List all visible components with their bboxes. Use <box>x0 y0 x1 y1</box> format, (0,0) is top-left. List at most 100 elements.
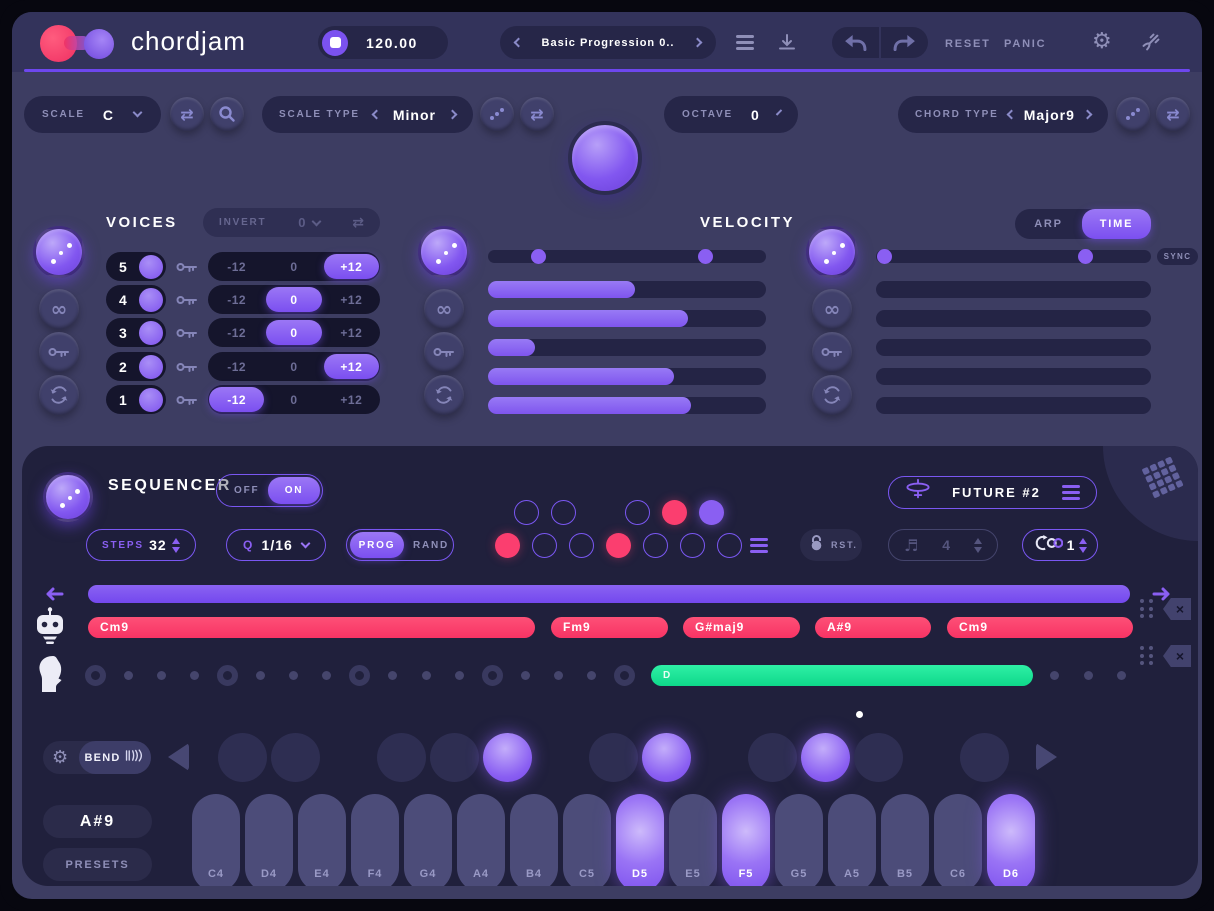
transpose-option-0[interactable]: 0 <box>265 252 322 281</box>
scale-chevron-down-icon[interactable] <box>132 107 143 118</box>
scale-type-value[interactable]: Minor <box>393 107 436 123</box>
voice-key-icon[interactable] <box>176 393 198 412</box>
voice-toggle[interactable] <box>139 387 163 412</box>
time-range-handle-low[interactable] <box>877 249 893 264</box>
white-key-A4[interactable]: A4 <box>457 794 505 886</box>
black-key-G#4[interactable] <box>430 733 479 782</box>
patch-connector-icon[interactable] <box>1140 31 1162 58</box>
voice-key-icon[interactable] <box>176 293 198 312</box>
velocity-bar[interactable] <box>488 339 766 356</box>
transpose-option--12[interactable]: -12 <box>208 352 265 381</box>
velocity-infinity-button[interactable]: ∞ <box>424 289 464 329</box>
transpose-option-0[interactable]: 0 <box>265 385 322 414</box>
scale-value[interactable]: C <box>103 107 114 123</box>
transpose-option-+12[interactable]: +12 <box>323 352 380 381</box>
arp-keylock-button[interactable] <box>812 332 852 372</box>
transpose-option-+12[interactable]: +12 <box>323 252 380 281</box>
white-key-G4[interactable]: G4 <box>404 794 452 886</box>
voices-random-button[interactable] <box>33 226 85 278</box>
white-key-F5[interactable]: F5 <box>722 794 770 886</box>
scale-swap-button[interactable]: ⇄ <box>170 97 204 131</box>
velocity-bar[interactable] <box>488 368 766 385</box>
white-key-F4[interactable]: F4 <box>351 794 399 886</box>
voice-key-icon[interactable] <box>176 360 198 379</box>
white-key-E4[interactable]: E4 <box>298 794 346 886</box>
black-key-C#6[interactable] <box>960 733 1009 782</box>
black-key-F#5[interactable] <box>748 733 797 782</box>
velocity-range-handle-high[interactable] <box>697 249 713 264</box>
white-key-D4[interactable]: D4 <box>245 794 293 886</box>
time-tab[interactable]: TIME <box>1082 209 1151 239</box>
velocity-bar[interactable] <box>488 281 766 298</box>
octave-value[interactable]: 0 <box>751 107 760 123</box>
white-key-G5[interactable]: G5 <box>775 794 823 886</box>
octave-selector[interactable]: OCTAVE 0 <box>664 96 798 133</box>
arp-random-button[interactable] <box>806 226 858 278</box>
scale-selector[interactable]: SCALE C <box>24 96 161 133</box>
white-key-D5[interactable]: D5 <box>616 794 664 886</box>
menu-icon[interactable] <box>736 35 754 50</box>
time-bar[interactable] <box>876 397 1151 414</box>
velocity-range-handle-low[interactable] <box>531 249 547 264</box>
bpm-control[interactable]: 120.00 <box>318 26 448 59</box>
black-key-G#5[interactable] <box>801 733 850 782</box>
voice-key-icon[interactable] <box>176 260 198 279</box>
panic-button[interactable]: PANIC <box>1004 38 1046 50</box>
time-range-slider[interactable] <box>876 249 1151 264</box>
voices-keylock-button[interactable] <box>39 332 79 372</box>
main-knob[interactable] <box>568 121 642 195</box>
stop-button[interactable] <box>322 29 348 56</box>
arp-cycle-button[interactable] <box>812 375 852 415</box>
preset-name[interactable]: Basic Progression 0.. <box>542 37 675 49</box>
transpose-option--12[interactable]: -12 <box>208 285 265 314</box>
transpose-option--12[interactable]: -12 <box>208 318 265 347</box>
voices-infinity-button[interactable]: ∞ <box>39 289 79 329</box>
time-bar[interactable] <box>876 368 1151 385</box>
white-key-C4[interactable]: C4 <box>192 794 240 886</box>
time-range-handle-high[interactable] <box>1078 249 1093 264</box>
transpose-option-0[interactable]: 0 <box>265 285 322 314</box>
white-key-C5[interactable]: C5 <box>563 794 611 886</box>
scale-type-random-button[interactable] <box>480 97 514 131</box>
undo-button[interactable] <box>832 27 879 58</box>
white-key-E5[interactable]: E5 <box>669 794 717 886</box>
velocity-range-slider[interactable] <box>488 249 766 264</box>
reset-button[interactable]: RESET <box>945 38 991 50</box>
invert-swap-icon[interactable]: ⇄ <box>352 215 364 231</box>
arp-tab[interactable]: ARP <box>1015 218 1082 230</box>
preset-next-icon[interactable] <box>692 37 703 48</box>
transpose-option--12[interactable]: -12 <box>208 252 265 281</box>
preset-selector[interactable]: Basic Progression 0.. <box>500 26 716 59</box>
voice-toggle[interactable] <box>139 354 163 379</box>
scale-type-next-icon[interactable] <box>447 109 458 120</box>
redo-button[interactable] <box>881 27 928 58</box>
chord-type-random-button[interactable] <box>1116 97 1150 131</box>
voice-key-icon[interactable] <box>176 326 198 345</box>
transpose-option-0[interactable]: 0 <box>265 318 322 347</box>
settings-gear-icon[interactable]: ⚙ <box>1092 29 1112 54</box>
velocity-keylock-button[interactable] <box>424 332 464 372</box>
transpose-option-+12[interactable]: +12 <box>323 285 380 314</box>
velocity-bar[interactable] <box>488 310 766 327</box>
chord-type-prev-icon[interactable] <box>1006 109 1017 120</box>
black-key-C#4[interactable] <box>218 733 267 782</box>
voice-toggle[interactable] <box>139 254 163 279</box>
black-key-C#5[interactable] <box>589 733 638 782</box>
voice-toggle[interactable] <box>139 287 163 312</box>
scale-type-swap-button[interactable]: ⇄ <box>520 97 554 131</box>
transpose-option-+12[interactable]: +12 <box>323 385 380 414</box>
scale-detect-button[interactable] <box>210 97 244 131</box>
black-key-D#4[interactable] <box>271 733 320 782</box>
invert-value[interactable]: 0 <box>298 215 305 230</box>
black-key-F#4[interactable] <box>377 733 426 782</box>
velocity-bar[interactable] <box>488 397 766 414</box>
voices-cycle-button[interactable] <box>39 375 79 415</box>
time-bar[interactable] <box>876 339 1151 356</box>
octave-chevron-down-icon[interactable] <box>775 109 783 116</box>
chord-type-value[interactable]: Major9 <box>1024 107 1075 123</box>
chord-type-next-icon[interactable] <box>1082 109 1093 120</box>
velocity-random-button[interactable] <box>418 226 470 278</box>
white-key-C6[interactable]: C6 <box>934 794 982 886</box>
download-icon[interactable] <box>777 32 797 57</box>
chord-type-swap-button[interactable]: ⇄ <box>1156 97 1190 131</box>
